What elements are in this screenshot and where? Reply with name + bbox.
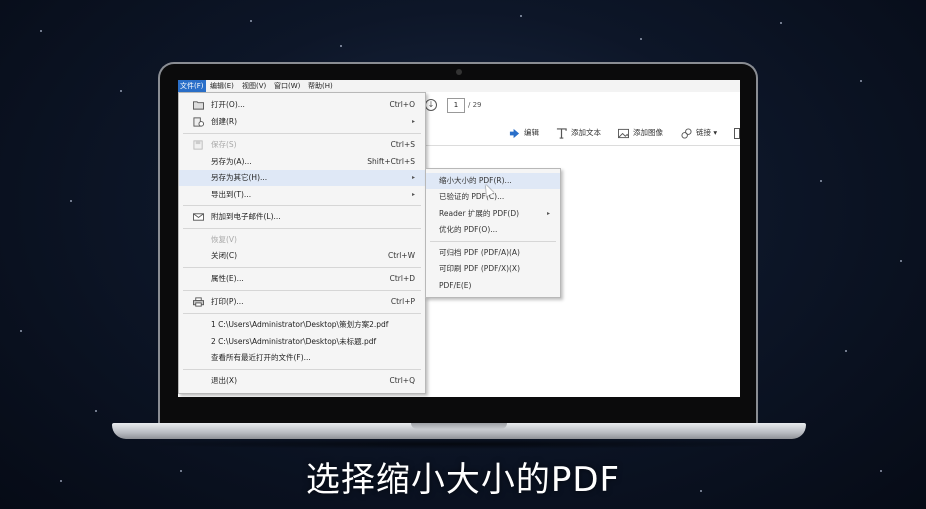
- menu-separator: [183, 313, 421, 314]
- menu-item-save-as-other[interactable]: 另存为其它(H)... ▸: [179, 170, 425, 186]
- edit-icon: [509, 128, 520, 138]
- menubar: 文件(F) 编辑(E) 视图(V) 窗口(W) 帮助(H): [178, 80, 740, 92]
- menu-help[interactable]: 帮助(H): [306, 80, 335, 92]
- menu-item-create[interactable]: 创建(R) ▸: [179, 114, 425, 130]
- menu-view[interactable]: 视图(V): [240, 80, 268, 92]
- menu-item-close[interactable]: 关闭(C) Ctrl+W: [179, 248, 425, 264]
- add-image-label: 添加图像: [633, 128, 663, 137]
- download-icon[interactable]: ↓: [425, 99, 437, 111]
- more-tools-icon[interactable]: [734, 128, 740, 139]
- link-label: 链接 ▾: [696, 128, 718, 137]
- menu-separator: [183, 228, 421, 229]
- video-caption: 选择缩小大小的PDF: [305, 460, 621, 500]
- camera-icon: [456, 69, 462, 75]
- text-icon: [556, 127, 567, 139]
- laptop-notch: [411, 423, 507, 429]
- menu-separator: [183, 133, 421, 134]
- submenu-item-pdf-e[interactable]: PDF/E(E): [426, 278, 560, 294]
- menu-separator: [183, 290, 421, 291]
- save-as-other-submenu: 缩小大小的 PDF(R)... 已验证的 PDF(C)... Reader 扩展…: [425, 168, 561, 298]
- add-text-label: 添加文本: [571, 128, 601, 137]
- link-button[interactable]: 链接 ▾: [681, 124, 717, 142]
- menu-item-attach-email[interactable]: 附加到电子邮件(L)...: [179, 209, 425, 225]
- submenu-item-reduced-size-pdf[interactable]: 缩小大小的 PDF(R)...: [426, 173, 560, 189]
- page-number-input[interactable]: 1: [447, 98, 465, 113]
- submenu-arrow-icon: ▸: [411, 174, 415, 181]
- menu-item-exit[interactable]: 退出(X) Ctrl+Q: [179, 373, 425, 389]
- edit-button[interactable]: 编辑: [509, 124, 539, 142]
- submenu-item-printable-pdf[interactable]: 可印刷 PDF (PDF/X)(X): [426, 261, 560, 277]
- menu-separator: [430, 241, 556, 242]
- menu-file[interactable]: 文件(F): [178, 80, 206, 92]
- mail-icon: [193, 213, 204, 221]
- submenu-item-archivable-pdf[interactable]: 可归档 PDF (PDF/A)(A): [426, 245, 560, 261]
- menu-item-save-as[interactable]: 另存为(A)... Shift+Ctrl+S: [179, 154, 425, 170]
- menu-item-open[interactable]: 打开(O)... Ctrl+O: [179, 97, 425, 113]
- menu-edit[interactable]: 编辑(E): [208, 80, 236, 92]
- add-text-button[interactable]: 添加文本: [556, 124, 601, 142]
- submenu-item-optimized-pdf[interactable]: 优化的 PDF(O)...: [426, 222, 560, 238]
- menu-separator: [183, 267, 421, 268]
- add-image-button[interactable]: 添加图像: [618, 124, 663, 142]
- menu-item-print[interactable]: 打印(P)... Ctrl+P: [179, 294, 425, 310]
- menu-window[interactable]: 窗口(W): [272, 80, 302, 92]
- submenu-arrow-icon: ▸: [411, 118, 415, 125]
- laptop-screen: 文件(F) 编辑(E) 视图(V) 窗口(W) 帮助(H) ↓ 1 / 29 编…: [178, 80, 740, 397]
- page-total: / 29: [468, 101, 482, 109]
- submenu-arrow-icon: ▸: [546, 210, 550, 217]
- create-icon: [193, 117, 204, 127]
- submenu-arrow-icon: ▸: [411, 191, 415, 198]
- print-icon: [193, 297, 204, 307]
- folder-open-icon: [193, 101, 204, 110]
- laptop-shadow: [125, 439, 793, 449]
- menu-item-save[interactable]: 保存(S) Ctrl+S: [179, 137, 425, 153]
- file-menu: 打开(O)... Ctrl+O 创建(R) ▸ 保存(S) Ctrl+S 另存为…: [178, 92, 426, 394]
- menu-item-export-to[interactable]: 导出到(T)... ▸: [179, 187, 425, 203]
- menu-item-revert[interactable]: 恢复(V): [179, 232, 425, 248]
- menu-separator: [183, 205, 421, 206]
- save-icon: [193, 140, 203, 150]
- menu-item-view-all-recent[interactable]: 查看所有最近打开的文件(F)...: [179, 350, 425, 366]
- link-icon: [681, 127, 692, 139]
- menu-item-properties[interactable]: 属性(E)... Ctrl+D: [179, 271, 425, 287]
- menu-item-recent-1[interactable]: 1 C:\Users\Administrator\Desktop\策划方案2.p…: [179, 317, 425, 333]
- menu-item-recent-2[interactable]: 2 C:\Users\Administrator\Desktop\未标题.pdf: [179, 334, 425, 350]
- submenu-item-reader-extended-pdf[interactable]: Reader 扩展的 PDF(D) ▸: [426, 206, 560, 222]
- edit-label: 编辑: [524, 128, 539, 137]
- image-icon: [618, 128, 629, 138]
- menu-separator: [183, 369, 421, 370]
